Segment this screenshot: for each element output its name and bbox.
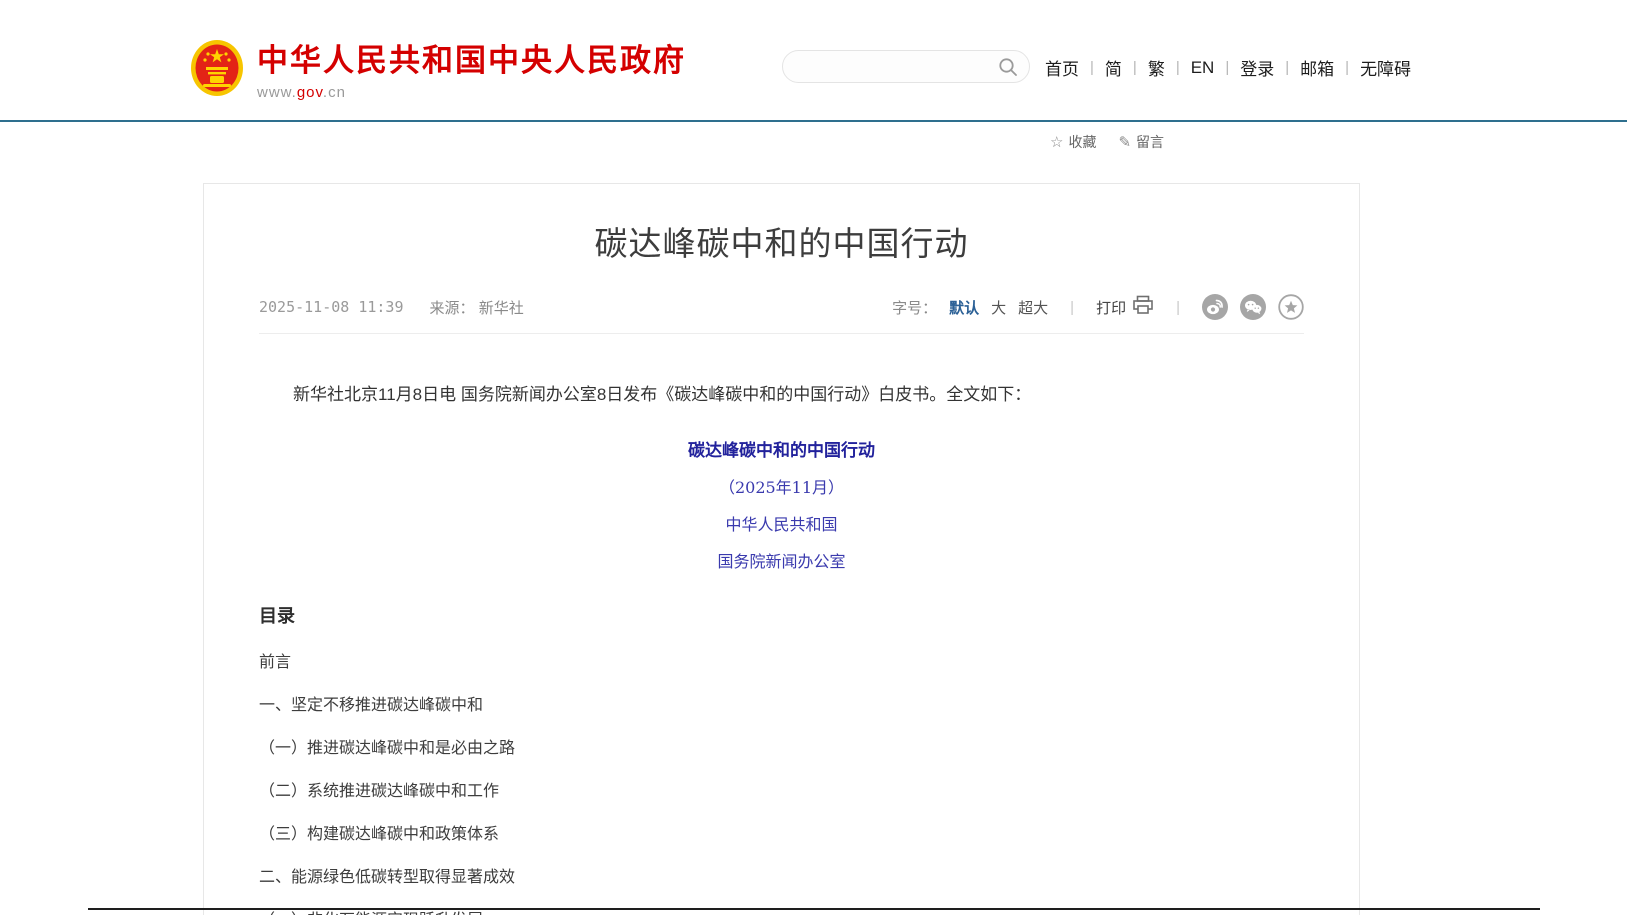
document-title: 碳达峰碳中和的中国行动 [259,436,1304,461]
nav-login[interactable]: 登录 [1240,55,1274,80]
document-org-country: 中华人民共和国 [259,511,1304,535]
nav-accessibility[interactable]: 无障碍 [1360,55,1411,80]
nav-separator: | [1176,59,1180,76]
lead-paragraph: 新华社北京11月8日电 国务院新闻办公室8日发布《碳达峰碳中和的中国行动》白皮书… [259,382,1304,408]
favorite-label: 收藏 [1068,132,1096,152]
comment-button[interactable]: ✎ 留言 [1118,132,1164,152]
weibo-icon[interactable] [1202,294,1228,320]
meta-right: 字号： 默认 大 超大 | 打印 | [892,294,1304,320]
search-input[interactable] [799,53,994,80]
toc-item-1: 一、坚定不移推进碳达峰碳中和 [259,698,1304,714]
national-emblem-icon [190,39,244,97]
toc-item-2: 二、能源绿色低碳转型取得显著成效 [259,870,1304,886]
search-icon[interactable] [998,57,1018,82]
url-gov: gov [297,84,323,101]
nav-home[interactable]: 首页 [1045,55,1079,80]
font-size-default-button[interactable]: 默认 [949,297,979,318]
article-card: 碳达峰碳中和的中国行动 2025-11-08 11:39 来源： 新华社 字号：… [203,183,1360,915]
comment-label: 留言 [1136,132,1164,152]
logo-text: 中华人民共和国中央人民政府 www.gov.cn [257,39,686,101]
site-title: 中华人民共和国中央人民政府 [257,45,686,76]
wechat-icon[interactable] [1240,294,1266,320]
nav-mail[interactable]: 邮箱 [1300,55,1334,80]
print-button[interactable]: 打印 [1096,295,1154,319]
document-org-office: 国务院新闻办公室 [259,548,1304,572]
font-size-xlarge-button[interactable]: 超大 [1018,297,1048,318]
site-url: www.gov.cn [257,84,686,101]
nav-separator: | [1285,59,1289,76]
favorite-button[interactable]: ☆ 收藏 [1050,132,1096,152]
source-value: 新华社 [479,300,524,317]
nav-separator: | [1225,59,1229,76]
printer-icon [1132,295,1154,319]
nav-simplified[interactable]: 简 [1105,55,1122,80]
publish-date: 2025-11-08 11:39 [259,298,404,316]
meta-separator: | [1176,299,1180,316]
toc-item-preface: 前言 [259,655,1304,671]
site-header: 中华人民共和国中央人民政府 www.gov.cn 首页 | 简 | 繁 | EN… [0,0,1627,122]
nav-separator: | [1090,59,1094,76]
url-www: www. [257,84,297,101]
meta-left: 2025-11-08 11:39 来源： 新华社 [259,297,524,318]
site-logo[interactable]: 中华人民共和国中央人民政府 www.gov.cn [190,39,686,101]
star-icon: ☆ [1050,133,1063,151]
nav-separator: | [1133,59,1137,76]
toc-item-1-3: （三）构建碳达峰碳中和政策体系 [259,827,1304,843]
article-body: 新华社北京11月8日电 国务院新闻办公室8日发布《碳达峰碳中和的中国行动》白皮书… [259,382,1304,915]
toc-item-1-2: （二）系统推进碳达峰碳中和工作 [259,784,1304,800]
source-label: 来源： [430,300,475,317]
nav-english[interactable]: EN [1191,58,1215,78]
toc-heading: 目录 [259,602,1304,628]
nav-separator: | [1345,59,1349,76]
utility-bar: ☆ 收藏 ✎ 留言 [1050,132,1164,152]
search-box[interactable] [782,50,1030,83]
url-cn: .cn [323,84,346,101]
article-title: 碳达峰碳中和的中国行动 [244,226,1319,262]
pencil-icon: ✎ [1118,133,1131,151]
font-size-label: 字号： [892,297,937,318]
top-nav: 首页 | 简 | 繁 | EN | 登录 | 邮箱 | 无障碍 [1045,55,1411,80]
nav-traditional[interactable]: 繁 [1148,55,1165,80]
print-label: 打印 [1096,297,1126,318]
bottom-border-line [88,908,1540,910]
article-meta-bar: 2025-11-08 11:39 来源： 新华社 字号： 默认 大 超大 | 打… [259,294,1304,334]
toc-item-1-1: （一）推进碳达峰碳中和是必由之路 [259,741,1304,757]
share-star-icon[interactable] [1278,294,1304,320]
font-size-large-button[interactable]: 大 [991,297,1006,318]
source: 来源： 新华社 [430,297,524,318]
meta-separator: | [1070,299,1074,316]
document-date: （2025年11月） [259,474,1304,498]
